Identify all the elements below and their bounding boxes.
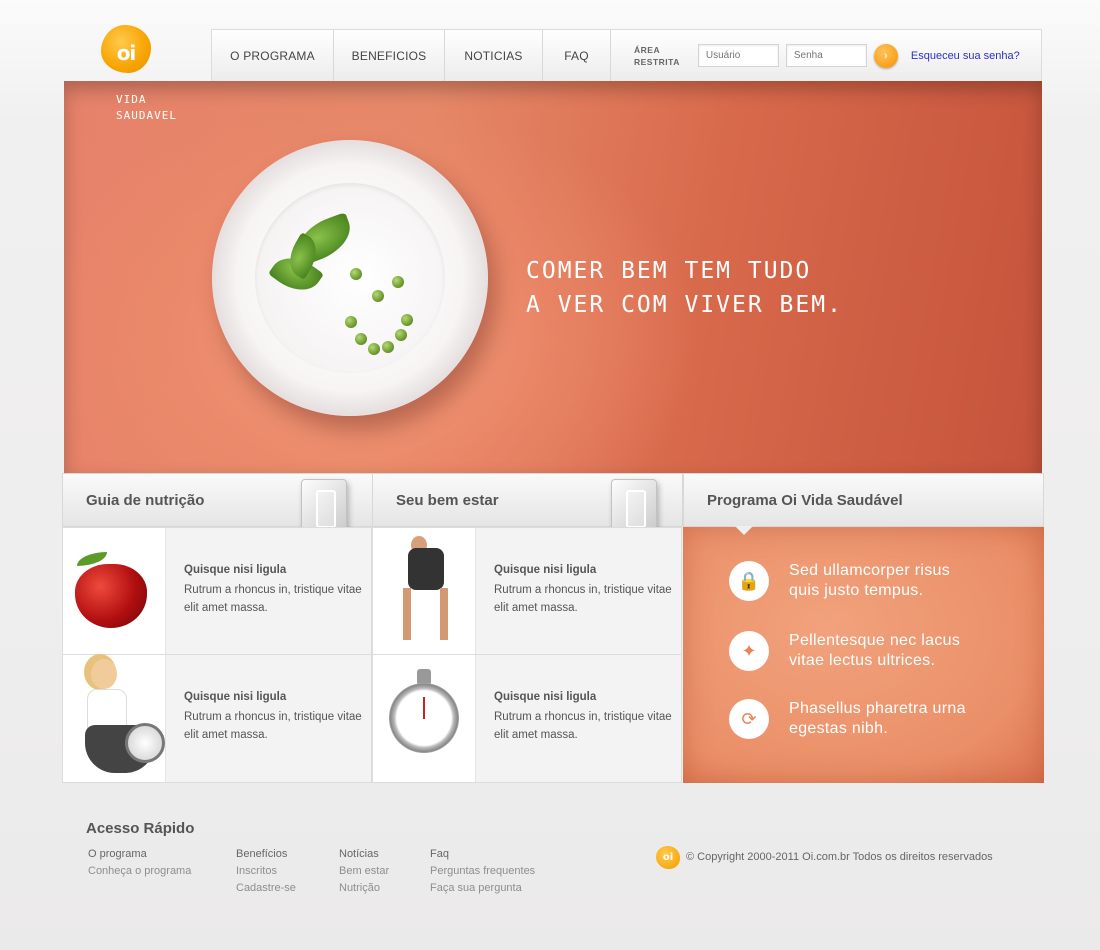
- program-panel: 🔒 Sed ullamcorper risus quis justo tempu…: [683, 526, 1044, 783]
- chevron-right-icon: ›: [884, 49, 888, 62]
- footer-link[interactable]: Faq: [430, 846, 535, 863]
- nav-faq[interactable]: FAQ: [543, 30, 611, 81]
- program-item-text: Pellentesque nec lacus vitae lectus ultr…: [789, 632, 961, 669]
- pea: [350, 268, 362, 280]
- footer-col-faq: Faq Perguntas frequentes Faça sua pergun…: [430, 846, 535, 897]
- refresh-icon: ⟳: [729, 699, 769, 739]
- wellbeing-tile-2[interactable]: Quisque nisi ligula Rutrum a rhoncus in,…: [372, 654, 682, 783]
- tile-body: Rutrum a rhoncus in, tristique vitae eli…: [184, 711, 362, 741]
- pea: [372, 290, 384, 302]
- pea: [345, 316, 357, 328]
- forgot-password-link[interactable]: Esqueceu sua senha?: [911, 50, 1020, 62]
- footer-link[interactable]: Inscritos: [236, 863, 296, 880]
- main-navbar: O PROGRAMA BENEFICIOS NOTICIAS FAQ ÁREA …: [211, 29, 1042, 88]
- tile-body: Rutrum a rhoncus in, tristique vitae eli…: [494, 584, 672, 614]
- hero-headline: COMER BEM TEM TUDO A VER COM VIVER BEM.: [526, 258, 843, 318]
- plate-image: [212, 140, 488, 416]
- brand-subtitle: VIDA SAUDAVEL: [116, 93, 177, 122]
- pea: [382, 341, 394, 353]
- nutrition-tile-1[interactable]: Quisque nisi ligula Rutrum a rhoncus in,…: [62, 527, 372, 655]
- tile-title: Quisque nisi ligula: [494, 691, 597, 703]
- tile-body: Rutrum a rhoncus in, tristique vitae eli…: [494, 711, 672, 741]
- oi-logo[interactable]: oi: [101, 25, 151, 73]
- star-icon: ✦: [729, 631, 769, 671]
- nav-beneficios[interactable]: BENEFICIOS: [334, 30, 445, 88]
- program-item[interactable]: ⟳ Phasellus pharetra urna egestas nibh.: [729, 699, 979, 739]
- pea: [392, 276, 404, 288]
- login-submit-button[interactable]: ›: [873, 43, 898, 68]
- lock-icon: 🔒: [729, 561, 769, 601]
- footer-link[interactable]: Conheça o programa: [88, 863, 191, 880]
- program-header[interactable]: Programa Oi Vida Saudável: [683, 473, 1044, 527]
- logo-text: oi: [116, 41, 137, 65]
- footer-col-noticias: Notícias Bem estar Nutrição: [339, 846, 389, 897]
- footer-link[interactable]: Notícias: [339, 846, 389, 863]
- wellbeing-header[interactable]: Seu bem estar: [372, 473, 683, 535]
- pea: [355, 333, 367, 345]
- footer-link[interactable]: O programa: [88, 846, 191, 863]
- stopwatch-image: [373, 655, 476, 782]
- section-title: Guia de nutrição: [86, 491, 205, 509]
- footer-col-programa: O programa Conheça o programa: [88, 846, 191, 880]
- footer-oi-logo: oi: [656, 846, 680, 869]
- apple-image: [63, 528, 166, 654]
- program-item[interactable]: 🔒 Sed ullamcorper risus quis justo tempu…: [729, 561, 979, 601]
- quick-access-title: Acesso Rápido: [86, 820, 195, 837]
- tile-title: Quisque nisi ligula: [494, 564, 597, 576]
- footer-link[interactable]: Perguntas frequentes: [430, 863, 535, 880]
- pea: [395, 329, 407, 341]
- pea: [368, 343, 380, 355]
- nutrition-guide-header[interactable]: Guia de nutrição: [62, 473, 373, 535]
- password-input[interactable]: [785, 44, 867, 67]
- restricted-area-label: ÁREA RESTRITA: [634, 44, 680, 67]
- program-item[interactable]: ✦ Pellentesque nec lacus vitae lectus ul…: [729, 631, 979, 671]
- nav-noticias[interactable]: NOTICIAS: [445, 30, 543, 81]
- section-title: Seu bem estar: [396, 491, 499, 509]
- nutrition-tile-2[interactable]: Quisque nisi ligula Rutrum a rhoncus in,…: [62, 654, 372, 783]
- footer-link[interactable]: Benefícios: [236, 846, 296, 863]
- footer-col-beneficios: Benefícios Inscritos Cadastre-se: [236, 846, 296, 897]
- runner-image: [373, 528, 476, 654]
- program-item-text: Phasellus pharetra urna egestas nibh.: [789, 700, 966, 737]
- nav-o-programa[interactable]: O PROGRAMA: [212, 30, 334, 81]
- tile-body: Rutrum a rhoncus in, tristique vitae eli…: [184, 584, 362, 614]
- copyright-text: © Copyright 2000-2011 Oi.com.br Todos os…: [686, 851, 993, 863]
- hero-banner: COMER BEM TEM TUDO A VER COM VIVER BEM.: [64, 81, 1042, 473]
- footer-link[interactable]: Cadastre-se: [236, 880, 296, 897]
- footer-link[interactable]: Bem estar: [339, 863, 389, 880]
- footer-link[interactable]: Faça sua pergunta: [430, 880, 535, 897]
- username-input[interactable]: [697, 44, 779, 67]
- wellbeing-tile-1[interactable]: Quisque nisi ligula Rutrum a rhoncus in,…: [372, 527, 682, 655]
- pea: [401, 314, 413, 326]
- footer-link[interactable]: Nutrição: [339, 880, 389, 897]
- section-title: Programa Oi Vida Saudável: [707, 491, 903, 509]
- tile-title: Quisque nisi ligula: [184, 691, 287, 703]
- woman-with-scale-image: [63, 655, 166, 782]
- tile-title: Quisque nisi ligula: [184, 564, 287, 576]
- program-item-text: Sed ullamcorper risus quis justo tempus.: [789, 562, 951, 599]
